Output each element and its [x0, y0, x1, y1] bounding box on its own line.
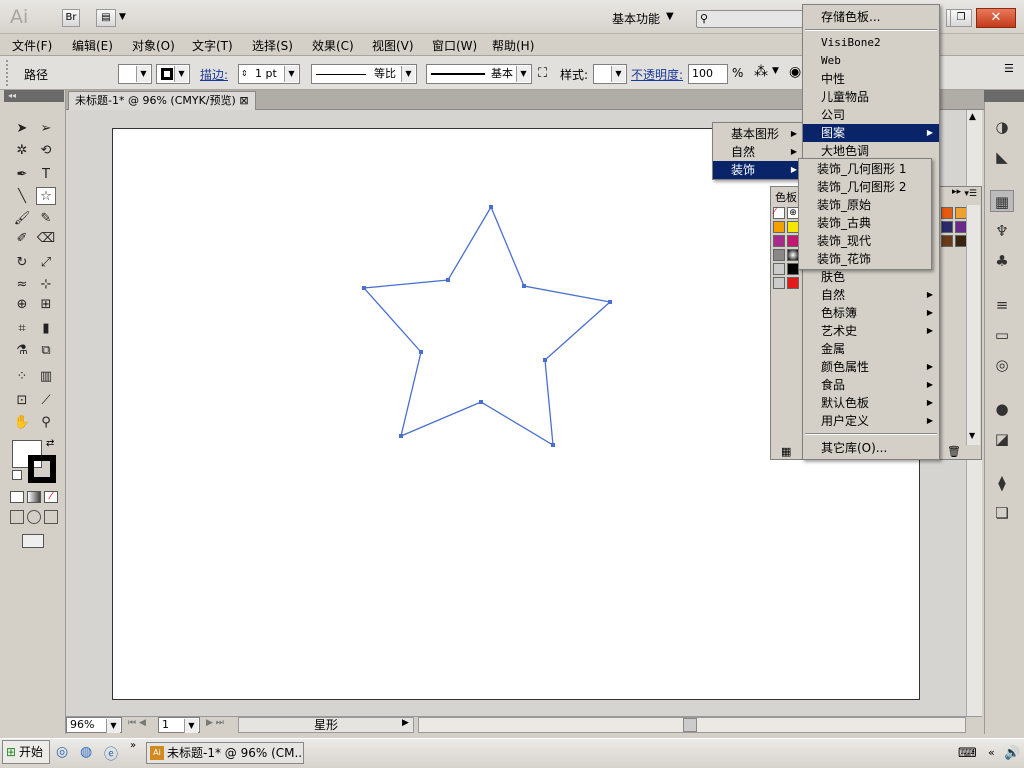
swatch-folder-grey-2[interactable]	[773, 277, 785, 289]
chrome-icon[interactable]: ◎	[56, 744, 68, 760]
taskbar-illustrator-item[interactable]: Ai 未标题-1* @ 96% (CM...	[146, 742, 304, 764]
start-label: 开始	[19, 745, 44, 759]
status-tool-name: 星形	[313, 718, 338, 732]
swatch-navy[interactable]	[941, 221, 953, 233]
taskbar-item-label: 未标题-1* @ 96% (CM...	[167, 746, 304, 760]
anchor-points[interactable]	[362, 205, 612, 447]
horizontal-scrollbar[interactable]	[418, 717, 966, 733]
stroke-panel-icon[interactable]: ≡	[990, 294, 1014, 316]
color-guide-icon[interactable]: ◣	[990, 146, 1014, 168]
menu-item-decor-geometric-1[interactable]: 装饰_几何图形 1	[799, 160, 931, 178]
pattern-submenu: 基本图形 ▶ 自然 ▶ 装饰 ▶	[712, 122, 804, 180]
menu-item-decor[interactable]: 装饰 ▶	[713, 161, 803, 179]
menu-item-foods[interactable]: 食品 ▶	[803, 376, 939, 394]
star-shape[interactable]	[362, 205, 612, 447]
menu-item-save-swatches[interactable]: 存储色板...	[803, 8, 939, 26]
swatches-panel-icon[interactable]: ▦	[990, 190, 1014, 212]
menu-item-corporate[interactable]: 公司	[803, 106, 939, 124]
artboard-number-field[interactable]: 1 ▼	[158, 717, 200, 733]
expand-quicklaunch-icon[interactable]: »	[130, 740, 136, 751]
next-artboard-icon[interactable]: ▶ ⏭	[206, 718, 224, 728]
dock-header[interactable]	[984, 90, 1024, 102]
zoom-field[interactable]: 96% ▼	[66, 717, 122, 733]
start-button[interactable]: ⊞ 开始	[2, 740, 50, 764]
swatch-red[interactable]	[787, 277, 799, 289]
ie-icon[interactable]: ⓔ	[104, 744, 118, 764]
menu-item-color-books[interactable]: 色标簿 ▶	[803, 304, 939, 322]
menu-item-other-library[interactable]: 其它库(O)...	[803, 439, 939, 457]
menu-item-decor-primitive[interactable]: 装饰_原始	[799, 196, 931, 214]
color-panel-icon[interactable]: ◑	[990, 116, 1014, 138]
swatches-scrollbar[interactable]: ▼	[966, 205, 980, 445]
artboard-number: 1	[162, 718, 169, 731]
menu-item-decor-floral[interactable]: 装饰_花饰	[799, 250, 931, 268]
menu-item-patterns[interactable]: 图案 ▶	[803, 124, 939, 142]
layers-panel-icon[interactable]: ⧫	[990, 472, 1014, 494]
keyboard-tray-icon[interactable]: ⌨	[958, 746, 977, 761]
swatch-dark-orange[interactable]	[941, 207, 953, 219]
first-artboard-icon[interactable]: ⏮ ◀	[128, 718, 146, 728]
menu-item-web[interactable]: Web	[803, 52, 939, 70]
swatch-none[interactable]: ⁄	[773, 207, 785, 219]
swatches-panel-title[interactable]: 色板	[775, 189, 797, 205]
delete-swatch-icon[interactable]: 🗑	[947, 445, 961, 458]
swatch-orange[interactable]	[773, 221, 785, 233]
decor-submenu: 装饰_几何图形 1 装饰_几何图形 2 装饰_原始 装饰_古典 装饰_现代 装饰…	[798, 158, 932, 270]
menu-item-skintones[interactable]: 肤色	[803, 268, 939, 286]
appearance-panel-icon[interactable]: ●	[990, 398, 1014, 420]
menu-item-default-swatches[interactable]: 默认色板 ▶	[803, 394, 939, 412]
menu-item-neutral[interactable]: 中性	[803, 70, 939, 88]
windows-logo-icon: ⊞	[6, 745, 17, 759]
illustrator-window: Ai Br ▤ ▼ 基本功能 ▼ ⚲ ▁ ❐ ✕ 文件(F) 编辑(E) 对象(…	[0, 0, 1024, 768]
swatch-pattern-grey[interactable]	[773, 249, 785, 261]
panel-collapse-icon[interactable]: ▸▸	[952, 187, 961, 197]
menu-item-art-history[interactable]: 艺术史 ▶	[803, 322, 939, 340]
menu-item-metal[interactable]: 金属	[803, 340, 939, 358]
status-menu-arrow-icon[interactable]: ▶	[402, 718, 409, 728]
status-tool-display[interactable]: 星形	[238, 717, 414, 733]
brushes-panel-icon[interactable]: ♆	[990, 220, 1014, 242]
menu-item-kids[interactable]: 儿童物品	[803, 88, 939, 106]
swatch-folder-grey[interactable]	[773, 263, 785, 275]
gradient-panel-icon[interactable]: ▭	[990, 324, 1014, 346]
graphic-styles-icon[interactable]: ◪	[990, 428, 1014, 450]
scroll-down-icon[interactable]: ▼	[969, 431, 975, 440]
menu-item-nature[interactable]: 自然 ▶	[713, 143, 803, 161]
zoom-value: 96%	[70, 718, 95, 731]
menu-item-basic-graphics[interactable]: 基本图形 ▶	[713, 125, 803, 143]
ai-app-icon: Ai	[150, 746, 164, 760]
volume-icon[interactable]: 🔊	[1004, 746, 1020, 761]
panel-menu-icon[interactable]: ▾☰	[964, 189, 977, 199]
swatch-brown[interactable]	[941, 235, 953, 247]
artboards-panel-icon[interactable]: ❏	[990, 502, 1014, 524]
transparency-panel-icon[interactable]: ◎	[990, 354, 1014, 376]
menu-item-user-defined[interactable]: 用户定义 ▶	[803, 412, 939, 430]
swatch-libraries-menu-icon[interactable]: ▦	[781, 445, 791, 458]
scroll-up-icon[interactable]: ▲	[969, 112, 976, 122]
menu-item-color-properties[interactable]: 颜色属性 ▶	[803, 358, 939, 376]
quick-launch-icon[interactable]: ◍	[80, 744, 92, 760]
menu-item-decor-modern[interactable]: 装饰_现代	[799, 232, 931, 250]
swatch-magenta[interactable]	[773, 235, 785, 247]
tray-expand-icon[interactable]: «	[988, 746, 995, 759]
menu-item-nature-lib[interactable]: 自然 ▶	[803, 286, 939, 304]
symbols-panel-icon[interactable]: ♣	[990, 250, 1014, 272]
menu-item-decor-geometric-2[interactable]: 装饰_几何图形 2	[799, 178, 931, 196]
menu-item-decor-classic[interactable]: 装饰_古典	[799, 214, 931, 232]
menu-item-visibone2[interactable]: VisiBone2	[803, 34, 939, 52]
scroll-thumb[interactable]	[683, 718, 697, 732]
